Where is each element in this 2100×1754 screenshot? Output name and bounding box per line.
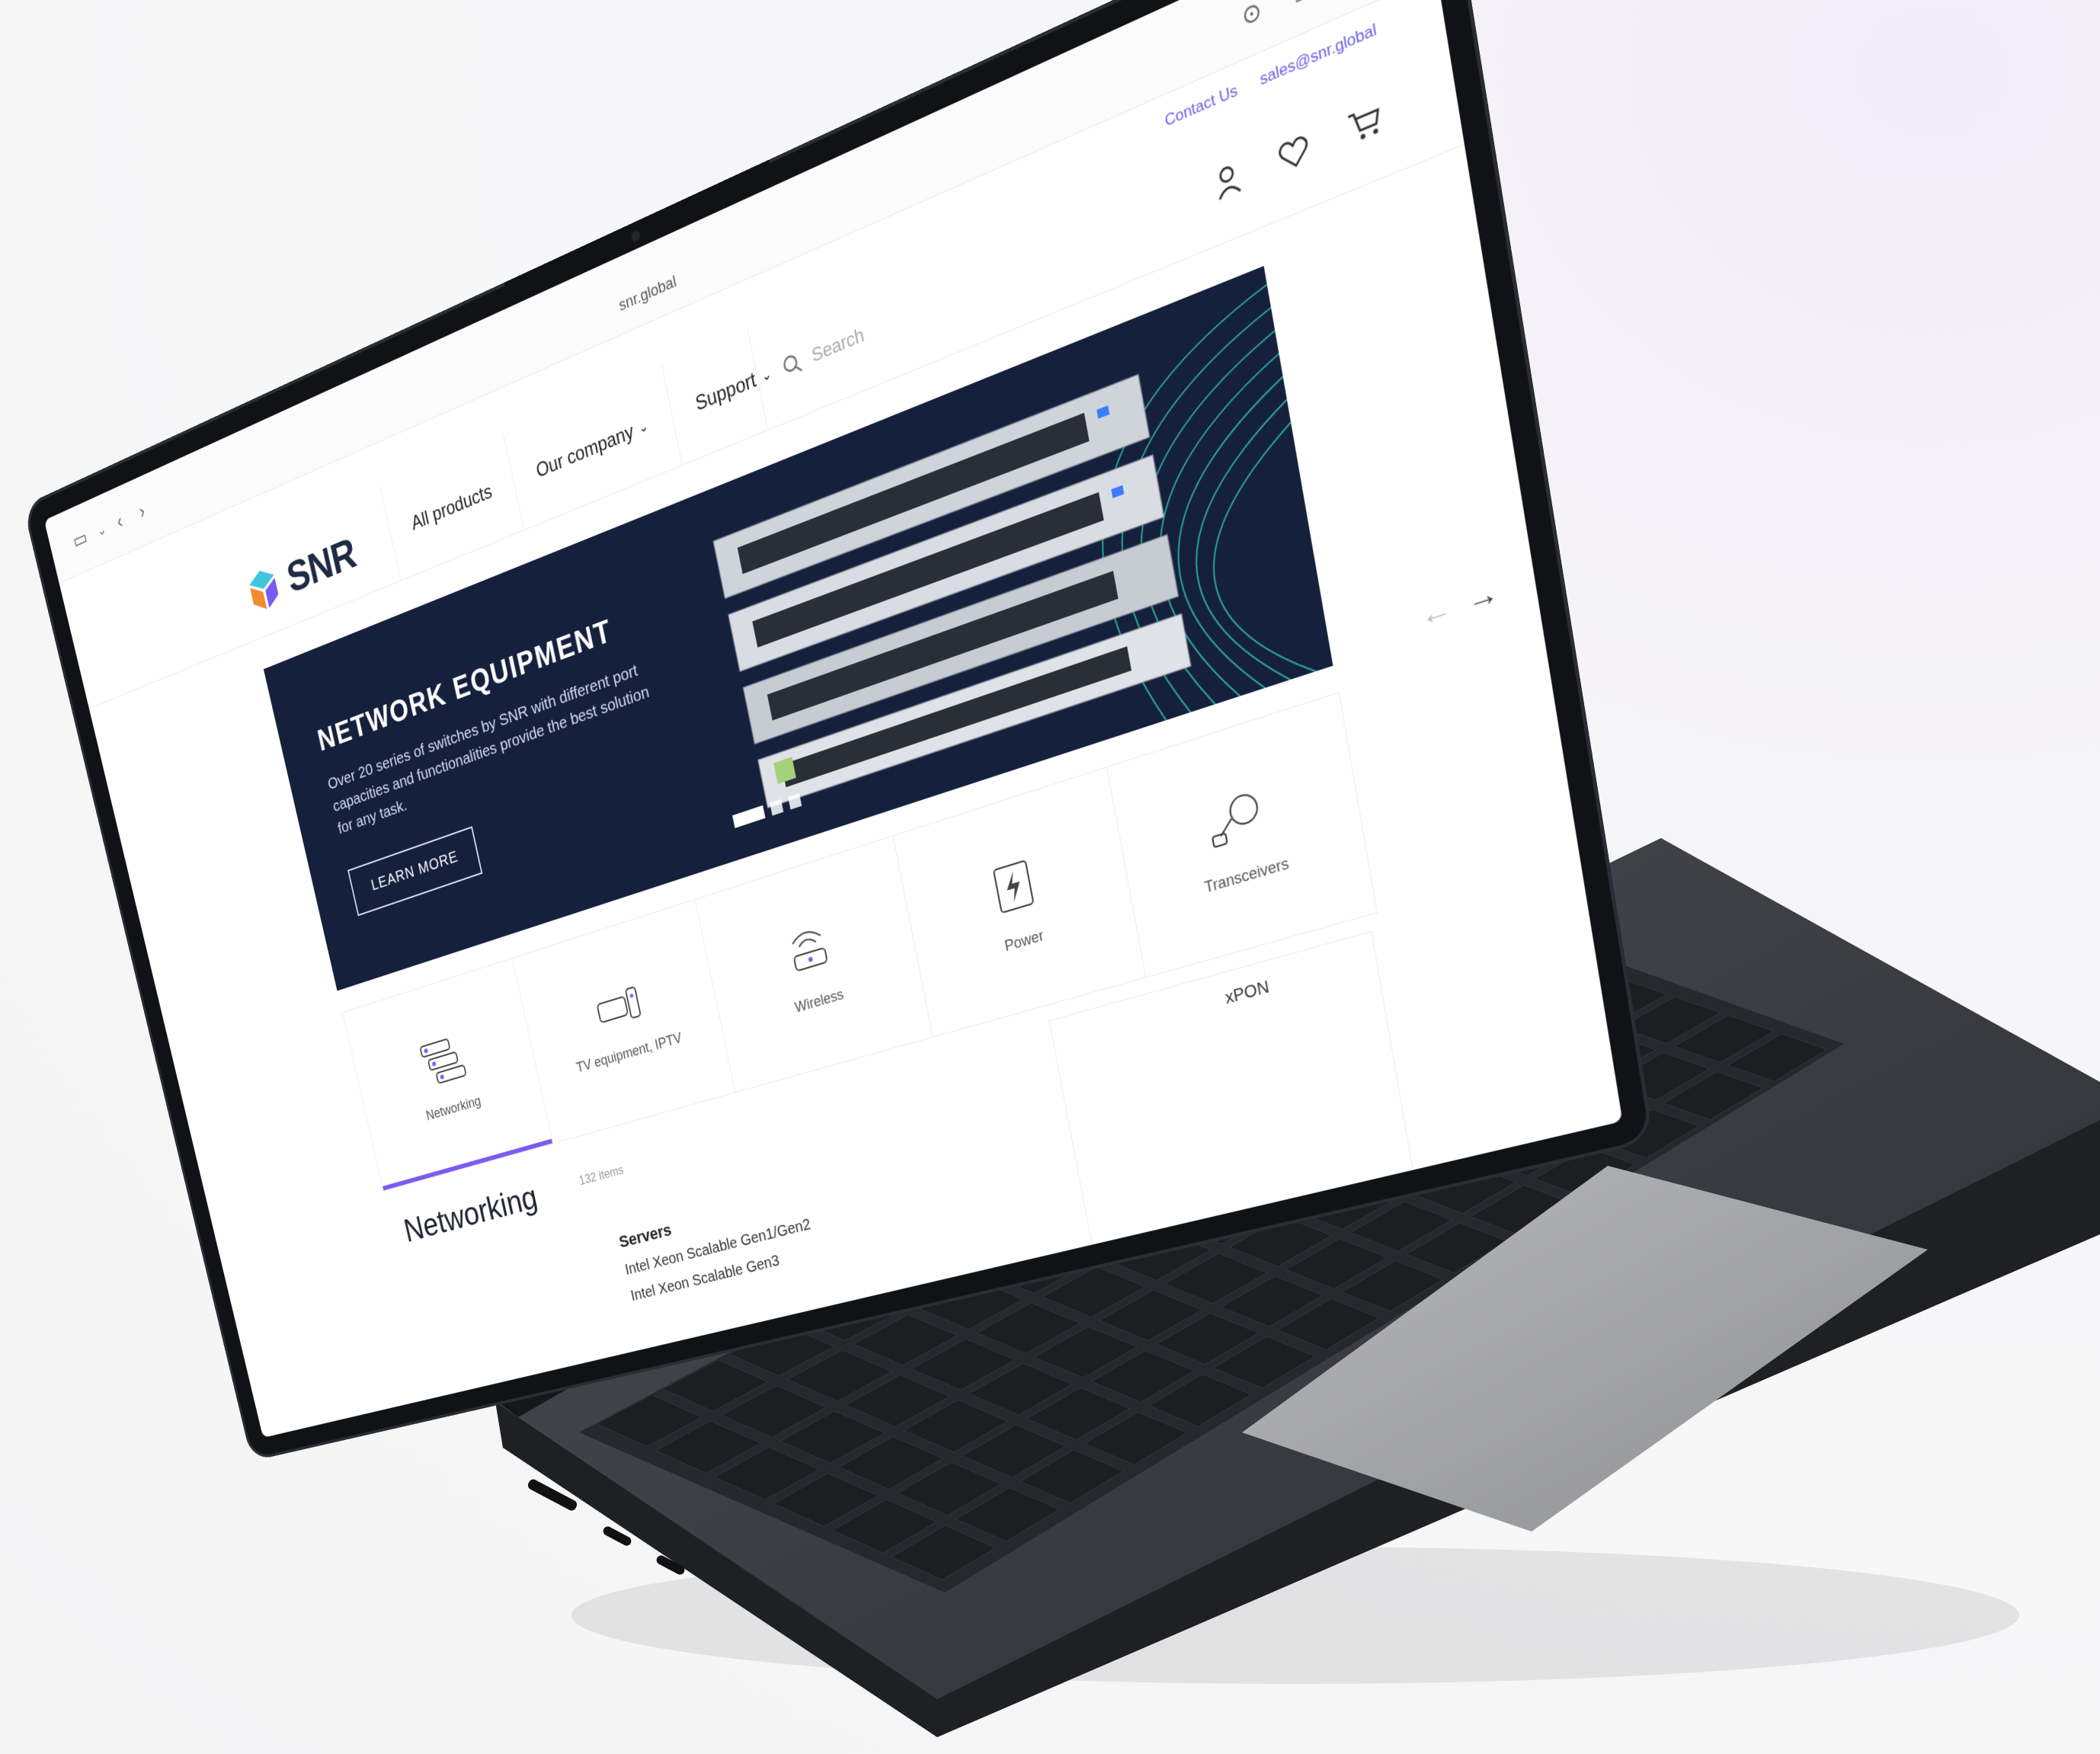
arrow-right-icon[interactable]: → [1465,574,1501,619]
nav-label: Our company [534,420,636,483]
chevron-left-icon[interactable]: ‹ [114,509,124,534]
chevron-down-icon: ⌄ [637,418,650,437]
nav-label: All products [409,480,495,536]
chevron-down-icon[interactable]: ⌄ [96,520,108,539]
chevron-right-icon[interactable]: › [137,499,147,524]
category-transceivers[interactable]: Transceivers [1107,693,1377,978]
category-label: Transceivers [1202,853,1291,896]
camera-icon [630,229,642,244]
category-tv-equipment[interactable]: TV equipment, IPTV [512,899,736,1144]
user-icon[interactable] [1212,160,1244,203]
share-icon[interactable]: ⇪ [1285,0,1310,14]
sidebar-icon[interactable]: ▭ [71,525,90,554]
snr-logo-icon [247,565,281,614]
power-icon [990,856,1037,917]
subsection-title: Servers [617,1220,674,1252]
cart-icon[interactable] [1346,101,1384,147]
heart-icon[interactable] [1276,133,1311,174]
nav-all-products[interactable]: All products [379,434,524,581]
network-switch-icon [417,1032,469,1088]
category-label: Networking [424,1093,482,1123]
category-power[interactable]: Power [893,767,1146,1037]
category-arrows: ← → [1418,574,1501,635]
nav-our-company[interactable]: Our company ⌄ [503,365,682,530]
search-placeholder: Search [809,323,866,367]
learn-more-button[interactable]: LEARN MORE [347,826,483,917]
category-label: Power [1003,926,1045,955]
arrow-left-icon[interactable]: ← [1418,590,1455,635]
nav-label: Support [693,368,758,416]
section-title: Networking [401,1179,541,1250]
site-logo[interactable]: SNR [242,528,360,620]
logo-text: SNR [283,528,360,603]
category-label: TV equipment, IPTV [575,1029,683,1076]
wifi-router-icon [783,919,834,979]
tv-box-icon [592,981,645,1032]
category-wireless[interactable]: Wireless [695,836,933,1092]
category-label: Wireless [793,985,845,1016]
section-count: 132 items [578,1163,625,1189]
download-icon[interactable]: ⊙ [1240,0,1264,34]
search-icon [780,350,804,380]
transceiver-icon [1203,784,1270,853]
